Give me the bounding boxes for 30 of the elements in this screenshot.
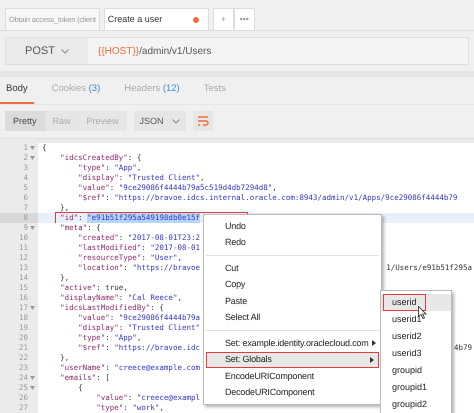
submenu-item[interactable]: groupid2	[383, 396, 436, 413]
menu-item[interactable]: EncodeURIComponent	[206, 368, 379, 384]
view-mode-tab[interactable]: Pretty	[5, 111, 45, 132]
menu-item[interactable]: Set: Globals	[206, 352, 379, 368]
menu-item[interactable]: Paste	[206, 293, 379, 310]
request-tab[interactable]: Create a user	[104, 8, 209, 30]
submenu-item[interactable]: userid1	[383, 310, 431, 328]
menu-item[interactable]: Undo	[206, 218, 379, 234]
tab-label: Create a user	[108, 12, 162, 26]
submenu-item[interactable]: groupid1	[383, 378, 436, 396]
fold-arrow-icon[interactable]	[30, 386, 35, 390]
fold-arrow-icon[interactable]	[30, 156, 35, 160]
fold-arrow-icon[interactable]	[30, 146, 35, 150]
menu-item[interactable]: Set: example.identity.oraclecloud.com	[206, 335, 379, 352]
menu-item[interactable]: Copy	[206, 276, 379, 293]
submenu-item[interactable]: userid	[383, 294, 426, 312]
menu-item[interactable]: Select All	[206, 310, 379, 326]
fold-arrow-icon[interactable]	[30, 306, 35, 310]
format-dropdown[interactable]: JSON	[134, 111, 186, 132]
wrap-lines-icon	[196, 116, 209, 126]
wrap-button[interactable]	[192, 111, 213, 132]
fold-arrow-icon[interactable]	[30, 226, 35, 230]
submenu-item[interactable]: groupid	[383, 362, 432, 380]
submenu-item[interactable]: userid3	[383, 344, 431, 362]
menu-item[interactable]: Cut	[206, 260, 379, 276]
menu-item[interactable]: Redo	[206, 234, 379, 251]
submenu-item[interactable]: userid2	[383, 328, 431, 346]
chevron-down-icon	[172, 118, 180, 124]
menu-item[interactable]: DecodeURIComponent	[206, 384, 379, 401]
fold-arrow-icon[interactable]	[30, 376, 35, 380]
